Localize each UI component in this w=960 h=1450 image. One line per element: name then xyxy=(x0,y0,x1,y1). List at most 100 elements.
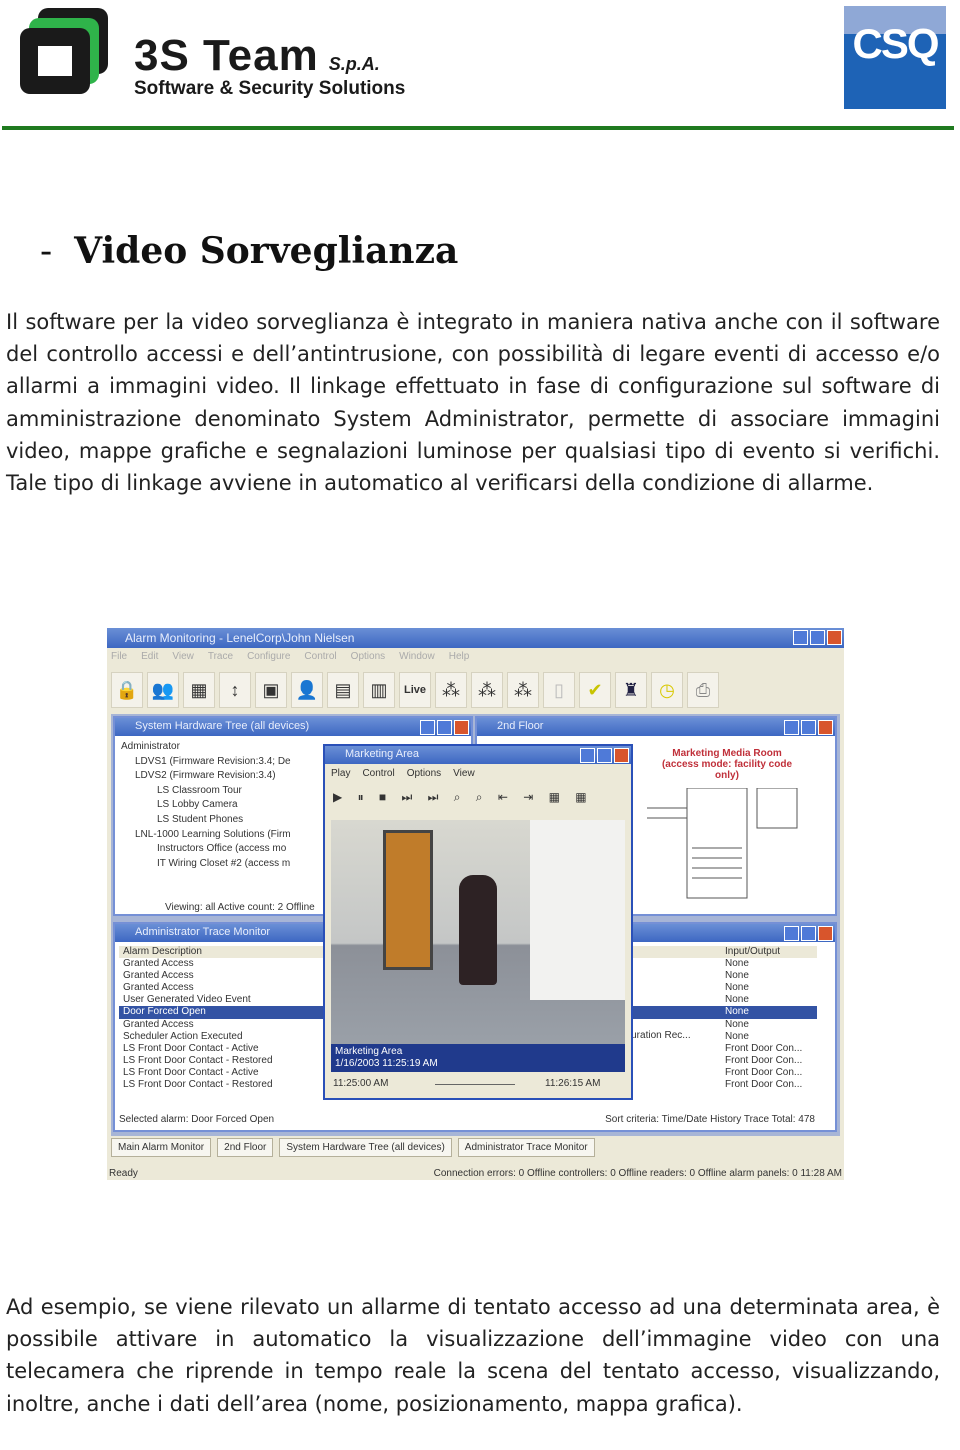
door-icon: ▯ xyxy=(543,672,575,708)
timeline-slider xyxy=(435,1084,515,1085)
paragraph-example: Ad esempio, se viene rilevato un allarme… xyxy=(6,1295,940,1416)
video-info-bar: Marketing Area 1/16/2003 11:25:19 AM xyxy=(331,1044,625,1072)
floor-plan-drawing xyxy=(647,788,798,899)
footsteps-icon: ⁂ xyxy=(507,672,539,708)
tree-status: Viewing: all Active count: 2 Offline xyxy=(165,902,315,913)
selected-alarm-status: Selected alarm: Door Forced Open xyxy=(119,1114,275,1125)
csq-logo-text: CSQ xyxy=(852,20,939,67)
app-menu-bar: File Edit View Trace Configure Control Options… xyxy=(107,650,844,666)
io-cell: Front Door Con... xyxy=(725,1079,803,1091)
tree-item: Administrator xyxy=(121,741,180,752)
badge-icon: ▣ xyxy=(255,672,287,708)
menu-item: Control xyxy=(304,651,337,662)
company-suffix: S.p.A. xyxy=(328,54,380,74)
live-video-icon: Live xyxy=(399,672,431,708)
tab-main-alarm-monitor: Main Alarm Monitor xyxy=(111,1138,212,1157)
minimize-icon xyxy=(793,630,808,645)
menu-item: Edit xyxy=(141,651,159,662)
footsteps-icon: ⁂ xyxy=(471,672,503,708)
menu-item: View xyxy=(172,651,194,662)
window-title: Administrator Trace Monitor xyxy=(135,926,271,938)
tab-hardware-tree: System Hardware Tree (all devices) xyxy=(279,1138,452,1157)
video-timestamp: 1/16/2003 11:25:19 AM xyxy=(335,1058,438,1069)
menu-item: Options xyxy=(406,768,442,779)
clock-icon: ◷ xyxy=(651,672,683,708)
csq-certification-logo: CSQ xyxy=(844,6,946,109)
lock-icon: 🔒 xyxy=(111,672,143,708)
playback-controls: ▶ ⏸ ■ ⏭ ⏭ ⌕ ⌕ ⇤ ⇥ ▦ ▦ xyxy=(333,790,593,804)
status-counts: Connection errors: 0 Offline controllers… xyxy=(433,1168,842,1179)
camera-name: Marketing Area xyxy=(335,1046,403,1057)
header-divider xyxy=(2,126,954,130)
io-cell: Front Door Con... xyxy=(725,1042,803,1054)
tree-item: LDVS2 (Firmware Revision:3.4) xyxy=(135,770,276,782)
tree-item: Instructors Office (access mo xyxy=(157,843,287,855)
io-cell: None xyxy=(725,1018,749,1030)
column-header: Input/Output xyxy=(725,946,781,957)
tree-item: LDVS1 (Firmware Revision:3.4; De xyxy=(135,755,291,767)
company-logo-icon xyxy=(20,8,108,94)
io-cell: None xyxy=(725,1006,749,1018)
map-icon: ▤ xyxy=(327,672,359,708)
person-icon: 👤 xyxy=(291,672,323,708)
io-cell: Front Door Con... xyxy=(725,1054,803,1066)
window-tabs: Main Alarm Monitor 2nd Floor System Hardwa… xyxy=(111,1138,595,1157)
printer-icon: ⎙ xyxy=(687,672,719,708)
company-tagline: Software & Security Solutions xyxy=(134,78,406,99)
menu-item: View xyxy=(453,768,475,779)
paragraph-intro: Il software per la video sorveglianza è … xyxy=(6,310,940,496)
io-column: Input/Output None None None None None None Non… xyxy=(725,946,802,1091)
tree-item: LNL-1000 Learning Solutions (Firm xyxy=(135,828,291,840)
tree-item: LS Lobby Camera xyxy=(157,799,238,811)
sort-criteria-status: Sort criteria: Time/Date History Trace T… xyxy=(605,1114,815,1125)
menu-item: Play xyxy=(331,768,351,779)
app-toolbar: 🔒 👥 ▦ ↕ ▣ 👤 ▤ ▥ Live ⁂ ⁂ ⁂ ▯ ✔ ♜ ◷ ⎙ xyxy=(111,670,840,710)
guard-icon: ♜ xyxy=(615,672,647,708)
io-cell: None xyxy=(725,970,749,982)
floor-map-label: Marketing Media Room (access mode: facil… xyxy=(661,748,793,781)
io-cell: Front Door Con... xyxy=(725,1066,803,1078)
maximize-icon xyxy=(810,630,825,645)
io-cell: None xyxy=(725,1030,749,1042)
app-title: Alarm Monitoring - LenelCorp\John Nielse… xyxy=(125,631,355,645)
status-ready: Ready xyxy=(109,1168,138,1179)
menu-item: Options xyxy=(350,651,386,662)
range-start: 11:25:00 AM xyxy=(333,1078,389,1089)
company-name: 3S Team xyxy=(134,31,319,80)
app-title-bar: Alarm Monitoring - LenelCorp\John Nielse… xyxy=(107,628,844,648)
close-icon xyxy=(827,630,842,645)
io-cell: None xyxy=(725,982,749,994)
tab-2nd-floor: 2nd Floor xyxy=(217,1138,274,1157)
title-bullet: - xyxy=(40,231,53,272)
menu-item: Trace xyxy=(207,651,234,662)
window-title: Marketing Area xyxy=(345,748,419,760)
video-window: Marketing Area Play Control Options View ▶ … xyxy=(323,744,633,1100)
tree-item: LS Student Phones xyxy=(157,813,244,825)
section-title: - Video Sorveglianza xyxy=(40,230,458,272)
checkmark-icon: ✔ xyxy=(579,672,611,708)
menu-item: Configure xyxy=(247,651,291,662)
window-title: 2nd Floor xyxy=(497,720,544,732)
menu-item: File xyxy=(111,651,128,662)
people-icon: 👥 xyxy=(147,672,179,708)
tree-item: IT Wiring Closet #2 (access m xyxy=(157,857,291,869)
io-cell: None xyxy=(725,958,749,970)
menu-item: Help xyxy=(448,651,470,662)
camera-icon: ▥ xyxy=(363,672,395,708)
arrows-icon: ↕ xyxy=(219,672,251,708)
app-status-bar: Ready Connection errors: 0 Offline contro… xyxy=(107,1168,844,1179)
alarm-monitoring-screenshot: Alarm Monitoring - LenelCorp\John Nielse… xyxy=(107,628,844,1180)
window-title: System Hardware Tree (all devices) xyxy=(135,720,310,732)
tab-trace-monitor: Administrator Trace Monitor xyxy=(457,1138,595,1157)
menu-item: Control xyxy=(362,768,395,779)
mdi-workspace: System Hardware Tree (all devices) Admin… xyxy=(111,714,840,1136)
tree-item: LS Classroom Tour xyxy=(157,784,242,796)
footsteps-icon: ⁂ xyxy=(435,672,467,708)
video-menu: Play Control Options View xyxy=(331,768,475,779)
camera-video-frame xyxy=(331,820,625,1044)
company-brand: 3S Team S.p.A. Software & Security Soluti… xyxy=(134,34,405,100)
hardware-tree: Administrator LDVS1 (Firmware Revision:3… xyxy=(121,740,291,871)
io-cell: None xyxy=(725,994,749,1006)
device-icon: ▦ xyxy=(183,672,215,708)
title-text: Video Sorveglianza xyxy=(74,230,459,272)
